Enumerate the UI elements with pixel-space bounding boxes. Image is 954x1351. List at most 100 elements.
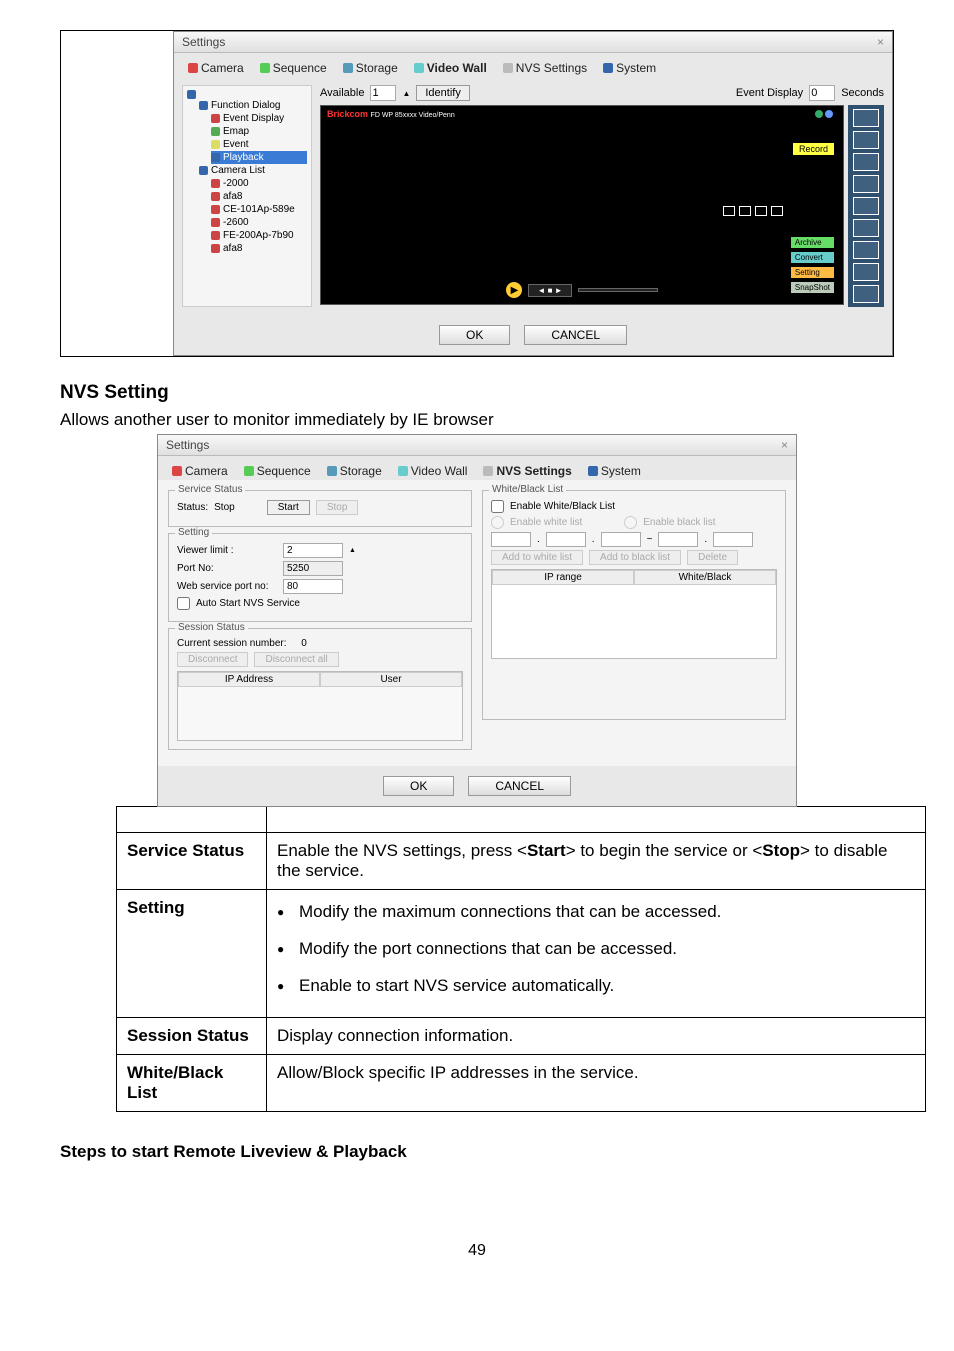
autostart-label: Auto Start NVS Service	[196, 598, 300, 609]
cam-icon	[211, 179, 220, 188]
cancel-button[interactable]: CANCEL	[524, 325, 627, 345]
tree-item: Emap	[211, 125, 307, 138]
function-tree[interactable]: Function Dialog Event Display Emap Event…	[182, 85, 312, 307]
close-icon[interactable]: ×	[877, 35, 884, 49]
session-table[interactable]: IP AddressUser	[177, 671, 463, 741]
webport-input[interactable]	[283, 579, 343, 594]
ip5[interactable]	[713, 532, 753, 547]
layout-option[interactable]	[853, 109, 879, 127]
layout-option[interactable]	[853, 285, 879, 303]
identify-button[interactable]: Identify	[416, 85, 469, 101]
archive-button[interactable]: Archive	[790, 236, 835, 249]
autostart-checkbox[interactable]	[177, 597, 190, 610]
cell-key: White/Black List	[117, 1054, 267, 1111]
add-white-button: Add to white list	[491, 550, 583, 565]
enable-wb-checkbox[interactable]	[491, 500, 504, 513]
col-iprange: IP range	[492, 570, 634, 585]
cell-val: Display connection information.	[267, 1017, 926, 1054]
camera-icon	[188, 63, 198, 73]
layout-option[interactable]	[853, 263, 879, 281]
layout-option[interactable]	[853, 131, 879, 149]
ok-button[interactable]: OK	[439, 325, 510, 345]
preview-area[interactable]: Brickcom FD WP 85xxxx Video/Penn Record …	[320, 105, 844, 305]
port-input[interactable]	[283, 561, 343, 576]
window-title: Settings	[166, 438, 209, 452]
nvs-body: Service Status Status: Stop Start Stop S…	[158, 480, 796, 766]
ip1[interactable]	[491, 532, 531, 547]
settings-window-2: Settings × Camera Sequence Storage Video…	[157, 434, 797, 807]
table-row: Service Status Enable the NVS settings, …	[117, 833, 926, 890]
table-row: White/Black List Allow/Block specific IP…	[117, 1054, 926, 1111]
cam-icon	[211, 205, 220, 214]
cam-icon	[211, 231, 220, 240]
playback-controls[interactable]: ◄ ■ ►	[528, 284, 571, 297]
tab-camera[interactable]: Camera	[184, 59, 248, 77]
videowall-icon	[398, 466, 408, 476]
status-icon	[815, 110, 823, 118]
section-heading: NVS Setting	[60, 382, 894, 404]
enable-black-radio	[624, 516, 637, 529]
tab-storage[interactable]: Storage	[323, 462, 386, 480]
window-titlebar: Settings ×	[174, 32, 892, 53]
layout-option[interactable]	[853, 153, 879, 171]
tree-item: Event Display	[211, 112, 307, 125]
cancel-button[interactable]: CANCEL	[468, 776, 571, 796]
ok-button[interactable]: OK	[383, 776, 454, 796]
start-button[interactable]: Start	[267, 500, 310, 515]
col-user: User	[320, 672, 462, 687]
wb-table[interactable]: IP rangeWhite/Black	[491, 569, 777, 659]
tab-videowall[interactable]: Video Wall	[394, 462, 472, 480]
play-icon	[211, 153, 220, 162]
close-icon[interactable]: ×	[781, 438, 788, 452]
tab-bar: Camera Sequence Storage Video Wall NVS S…	[158, 456, 796, 480]
tab-nvs[interactable]: NVS Settings	[479, 462, 575, 480]
tab-camera[interactable]: Camera	[168, 462, 232, 480]
play-icon[interactable]: ▶	[506, 282, 522, 298]
tree-item: CE-101Ap-589e	[211, 203, 307, 216]
plus-icon	[187, 90, 196, 99]
playback-bar: ▶ ◄ ■ ►	[321, 282, 843, 298]
table-row: Session Status Display connection inform…	[117, 1017, 926, 1054]
layout-option[interactable]	[853, 197, 879, 215]
tab-system[interactable]: System	[599, 59, 660, 77]
spinner-icon[interactable]: ▲	[402, 89, 410, 98]
spinner-icon[interactable]: ▲	[349, 547, 356, 554]
tab-videowall[interactable]: Video Wall	[410, 59, 491, 77]
storage-icon	[327, 466, 337, 476]
viewer-input[interactable]	[283, 543, 343, 558]
cell-val: Allow/Block specific IP addresses in the…	[267, 1054, 926, 1111]
page-number: 49	[60, 1242, 894, 1260]
tab-nvs[interactable]: NVS Settings	[499, 59, 591, 77]
convert-button[interactable]: Convert	[790, 251, 835, 264]
tree-item: -2000	[211, 177, 307, 190]
seconds-input[interactable]	[809, 85, 835, 101]
tab-sequence[interactable]: Sequence	[240, 462, 315, 480]
tree-item: Playback	[211, 151, 307, 164]
steps-heading: Steps to start Remote Liveview & Playbac…	[60, 1142, 894, 1162]
col-ip: IP Address	[178, 672, 320, 687]
record-button[interactable]: Record	[792, 142, 835, 156]
group-wb-list: White/Black List Enable White/Black List…	[482, 490, 786, 720]
timeline[interactable]	[578, 288, 658, 292]
enable-white-radio	[491, 516, 504, 529]
window-titlebar: Settings ×	[158, 435, 796, 456]
videowall-body: Function Dialog Event Display Emap Event…	[174, 77, 892, 315]
layout-option[interactable]	[853, 241, 879, 259]
layout-option[interactable]	[853, 175, 879, 193]
tab-system[interactable]: System	[584, 462, 645, 480]
preview-header: Brickcom FD WP 85xxxx Video/Penn	[327, 109, 455, 119]
layout-option[interactable]	[853, 219, 879, 237]
cam-icon	[211, 218, 220, 227]
layout-icons[interactable]	[723, 206, 783, 216]
tab-sequence[interactable]: Sequence	[256, 59, 331, 77]
tab-storage[interactable]: Storage	[339, 59, 402, 77]
ip3[interactable]	[601, 532, 641, 547]
setting-button[interactable]: Setting	[790, 266, 835, 279]
list-item: Modify the maximum connections that can …	[299, 898, 915, 927]
available-input[interactable]	[370, 85, 396, 101]
ip4[interactable]	[658, 532, 698, 547]
ip2[interactable]	[546, 532, 586, 547]
add-black-button: Add to black list	[589, 550, 681, 565]
cam-icon	[211, 244, 220, 253]
nvs-icon	[503, 63, 513, 73]
